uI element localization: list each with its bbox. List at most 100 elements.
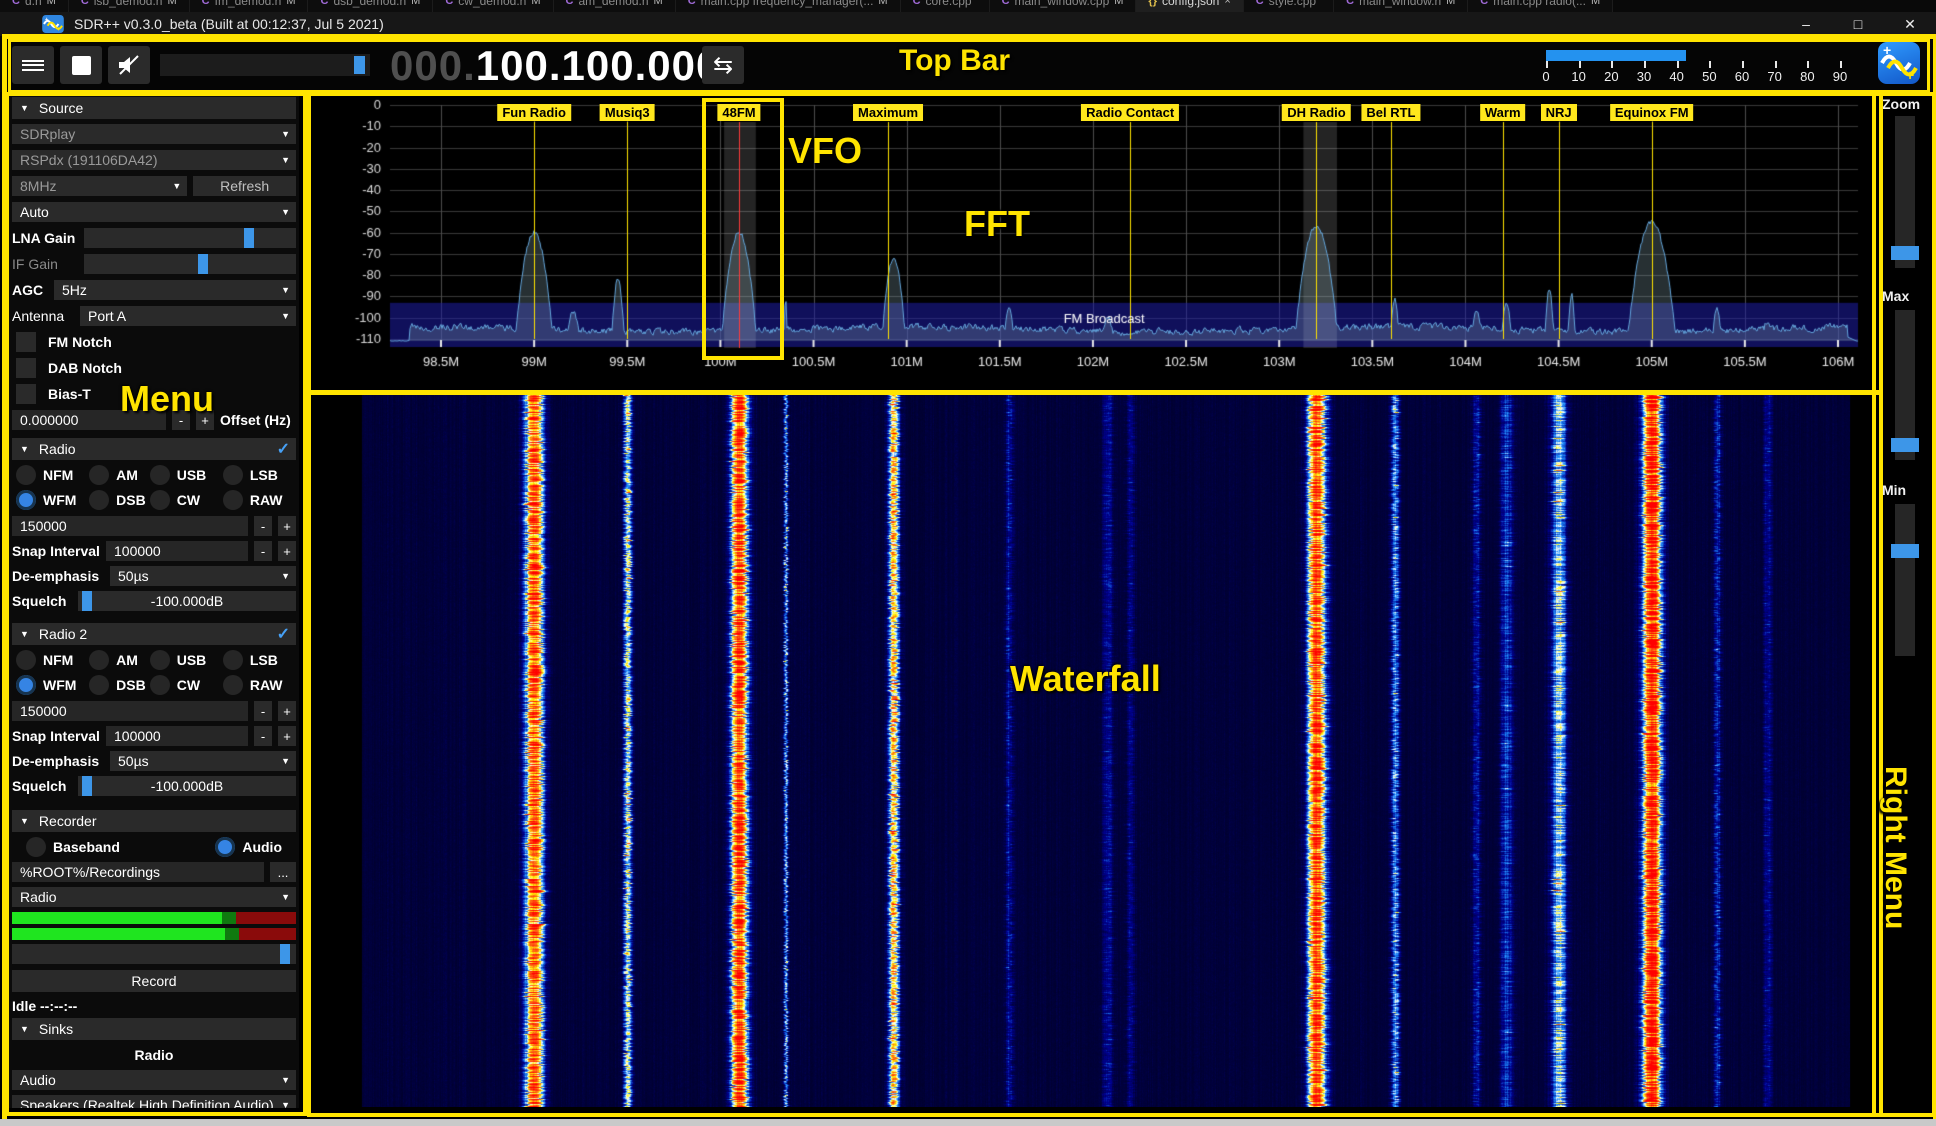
- max-slider-handle[interactable]: [1891, 438, 1919, 452]
- checkbox-icon[interactable]: [16, 384, 36, 404]
- snap-interval-input[interactable]: 100000: [106, 541, 248, 561]
- editor-tab[interactable]: Cmain.cpp frequency_manager(...M: [676, 0, 901, 12]
- gain-mode-select[interactable]: Auto▼: [12, 202, 296, 222]
- waterfall-display[interactable]: [311, 395, 1874, 1107]
- tuning-mode-button[interactable]: ⇆: [702, 46, 744, 84]
- snap-plus-button[interactable]: +: [278, 726, 296, 746]
- bandwidth-select[interactable]: 8MHz▼: [12, 176, 187, 196]
- close-button[interactable]: ✕: [1884, 16, 1936, 33]
- mode-nfm[interactable]: NFM: [16, 465, 85, 485]
- bandwidth-plus-button[interactable]: +: [278, 701, 296, 721]
- editor-tab[interactable]: Cam_demod.hM: [554, 0, 676, 12]
- volume-slider[interactable]: [160, 54, 370, 76]
- source-panel-header[interactable]: ▼ Source: [12, 97, 296, 119]
- frequency-display[interactable]: 000.100.100.000: [390, 42, 720, 90]
- squelch-slider[interactable]: -100.000dB: [78, 776, 296, 796]
- radio-panel-header[interactable]: ▼ Radio ✓: [12, 438, 296, 460]
- station-label-bel-rtl[interactable]: Bel RTL: [1361, 104, 1420, 121]
- radio2-panel-header[interactable]: ▼ Radio 2 ✓: [12, 623, 296, 645]
- editor-tab[interactable]: Cdsb_demod.hM: [308, 0, 433, 12]
- squelch-slider[interactable]: -100.000dB: [78, 591, 296, 611]
- min-slider-handle[interactable]: [1891, 544, 1919, 558]
- snap-plus-button[interactable]: +: [278, 541, 296, 561]
- editor-tab[interactable]: Ccw_demod.hM: [433, 0, 553, 12]
- bandwidth-plus-button[interactable]: +: [278, 516, 296, 536]
- checkbox-icon[interactable]: [16, 358, 36, 378]
- offset-minus-button[interactable]: -: [172, 410, 190, 430]
- editor-tab[interactable]: Cfm_demod.hM: [190, 0, 309, 12]
- mode-raw[interactable]: RAW: [223, 675, 292, 695]
- offset-input[interactable]: 0.000000: [12, 410, 166, 430]
- lna-gain-slider[interactable]: [84, 228, 296, 248]
- editor-tab[interactable]: Cmain_window.cppM: [990, 0, 1137, 12]
- checkbox-row-fm-notch[interactable]: FM Notch: [12, 332, 296, 352]
- mode-nfm[interactable]: NFM: [16, 650, 85, 670]
- agc-select[interactable]: 5Hz▼: [54, 280, 296, 300]
- recorder-volume-slider[interactable]: [12, 944, 296, 964]
- recorder-volume-handle[interactable]: [280, 944, 290, 964]
- sinks-panel-header[interactable]: ▼ Sinks: [12, 1018, 296, 1040]
- snap-minus-button[interactable]: -: [254, 541, 272, 561]
- source-device-select[interactable]: RSPdx (191106DA42)▼: [12, 150, 296, 170]
- editor-tab[interactable]: Ccore.cpp: [901, 0, 990, 12]
- mode-wfm[interactable]: WFM: [16, 675, 85, 695]
- station-label-radio-contact[interactable]: Radio Contact: [1081, 104, 1179, 121]
- mode-lsb[interactable]: LSB: [223, 650, 292, 670]
- station-label-fun-radio[interactable]: Fun Radio: [497, 104, 571, 121]
- checkbox-row-dab-notch[interactable]: DAB Notch: [12, 358, 296, 378]
- antenna-select[interactable]: Port A▼: [80, 306, 296, 326]
- editor-tab[interactable]: Clsb_demod.hM: [69, 0, 190, 12]
- station-label-48fm[interactable]: 48FM: [717, 104, 760, 121]
- if-gain-handle[interactable]: [198, 254, 208, 274]
- mode-dsb[interactable]: DSB: [89, 675, 146, 695]
- mode-dsb[interactable]: DSB: [89, 490, 146, 510]
- minimize-button[interactable]: –: [1780, 16, 1832, 32]
- maximize-button[interactable]: □: [1832, 16, 1884, 32]
- mode-cw[interactable]: CW: [150, 490, 219, 510]
- station-label-maximum[interactable]: Maximum: [853, 104, 923, 121]
- mode-cw[interactable]: CW: [150, 675, 219, 695]
- station-label-warm[interactable]: Warm: [1480, 104, 1526, 121]
- zoom-slider-handle[interactable]: [1891, 246, 1919, 260]
- station-label-equinox-fm[interactable]: Equinox FM: [1610, 104, 1694, 121]
- enabled-check-icon[interactable]: ✓: [277, 439, 290, 459]
- editor-tab[interactable]: Cmain_window.hM: [1334, 0, 1468, 12]
- record-button[interactable]: Record: [12, 970, 296, 992]
- mode-am[interactable]: AM: [89, 650, 146, 670]
- station-label-dh-radio[interactable]: DH Radio: [1282, 104, 1351, 121]
- snap-minus-button[interactable]: -: [254, 726, 272, 746]
- station-label-nrj[interactable]: NRJ: [1541, 104, 1577, 121]
- browse-button[interactable]: ...: [270, 862, 296, 882]
- recorder-stream-select[interactable]: Radio▼: [12, 887, 296, 907]
- checkbox-row-bias-t[interactable]: Bias-T: [12, 384, 296, 404]
- mute-button[interactable]: [108, 46, 150, 84]
- offset-plus-button[interactable]: +: [196, 410, 214, 430]
- min-slider[interactable]: [1895, 504, 1915, 656]
- editor-tab[interactable]: Cmain.cpp radio(...M: [1468, 0, 1613, 12]
- editor-tab[interactable]: {}config.json×: [1136, 0, 1243, 12]
- fft-display[interactable]: [311, 96, 1874, 384]
- menu-toggle-button[interactable]: [12, 46, 54, 84]
- recorder-mode-audio[interactable]: Audio: [215, 837, 282, 857]
- stop-button[interactable]: [60, 46, 102, 84]
- refresh-button[interactable]: Refresh: [193, 176, 296, 196]
- radio-bandwidth-input[interactable]: 150000: [12, 516, 248, 536]
- mode-wfm[interactable]: WFM: [16, 490, 85, 510]
- recording-path-input[interactable]: %ROOT%/Recordings: [12, 862, 264, 882]
- mode-lsb[interactable]: LSB: [223, 465, 292, 485]
- recorder-panel-header[interactable]: ▼ Recorder: [12, 810, 296, 832]
- snap-interval-input[interactable]: 100000: [106, 726, 248, 746]
- sink-type-select[interactable]: Audio▼: [12, 1070, 296, 1090]
- enabled-check-icon[interactable]: ✓: [277, 624, 290, 644]
- mode-usb[interactable]: USB: [150, 465, 219, 485]
- mode-raw[interactable]: RAW: [223, 490, 292, 510]
- sink-device-select[interactable]: Speakers (Realtek High Definition Audio)…: [12, 1095, 296, 1108]
- mode-usb[interactable]: USB: [150, 650, 219, 670]
- recorder-mode-baseband[interactable]: Baseband: [26, 837, 120, 857]
- close-icon[interactable]: ×: [1224, 0, 1230, 7]
- source-driver-select[interactable]: SDRplay▼: [12, 124, 296, 144]
- checkbox-icon[interactable]: [16, 332, 36, 352]
- radio2-bandwidth-input[interactable]: 150000: [12, 701, 248, 721]
- editor-tab[interactable]: Cd.hM: [0, 0, 69, 12]
- bandwidth-minus-button[interactable]: -: [254, 701, 272, 721]
